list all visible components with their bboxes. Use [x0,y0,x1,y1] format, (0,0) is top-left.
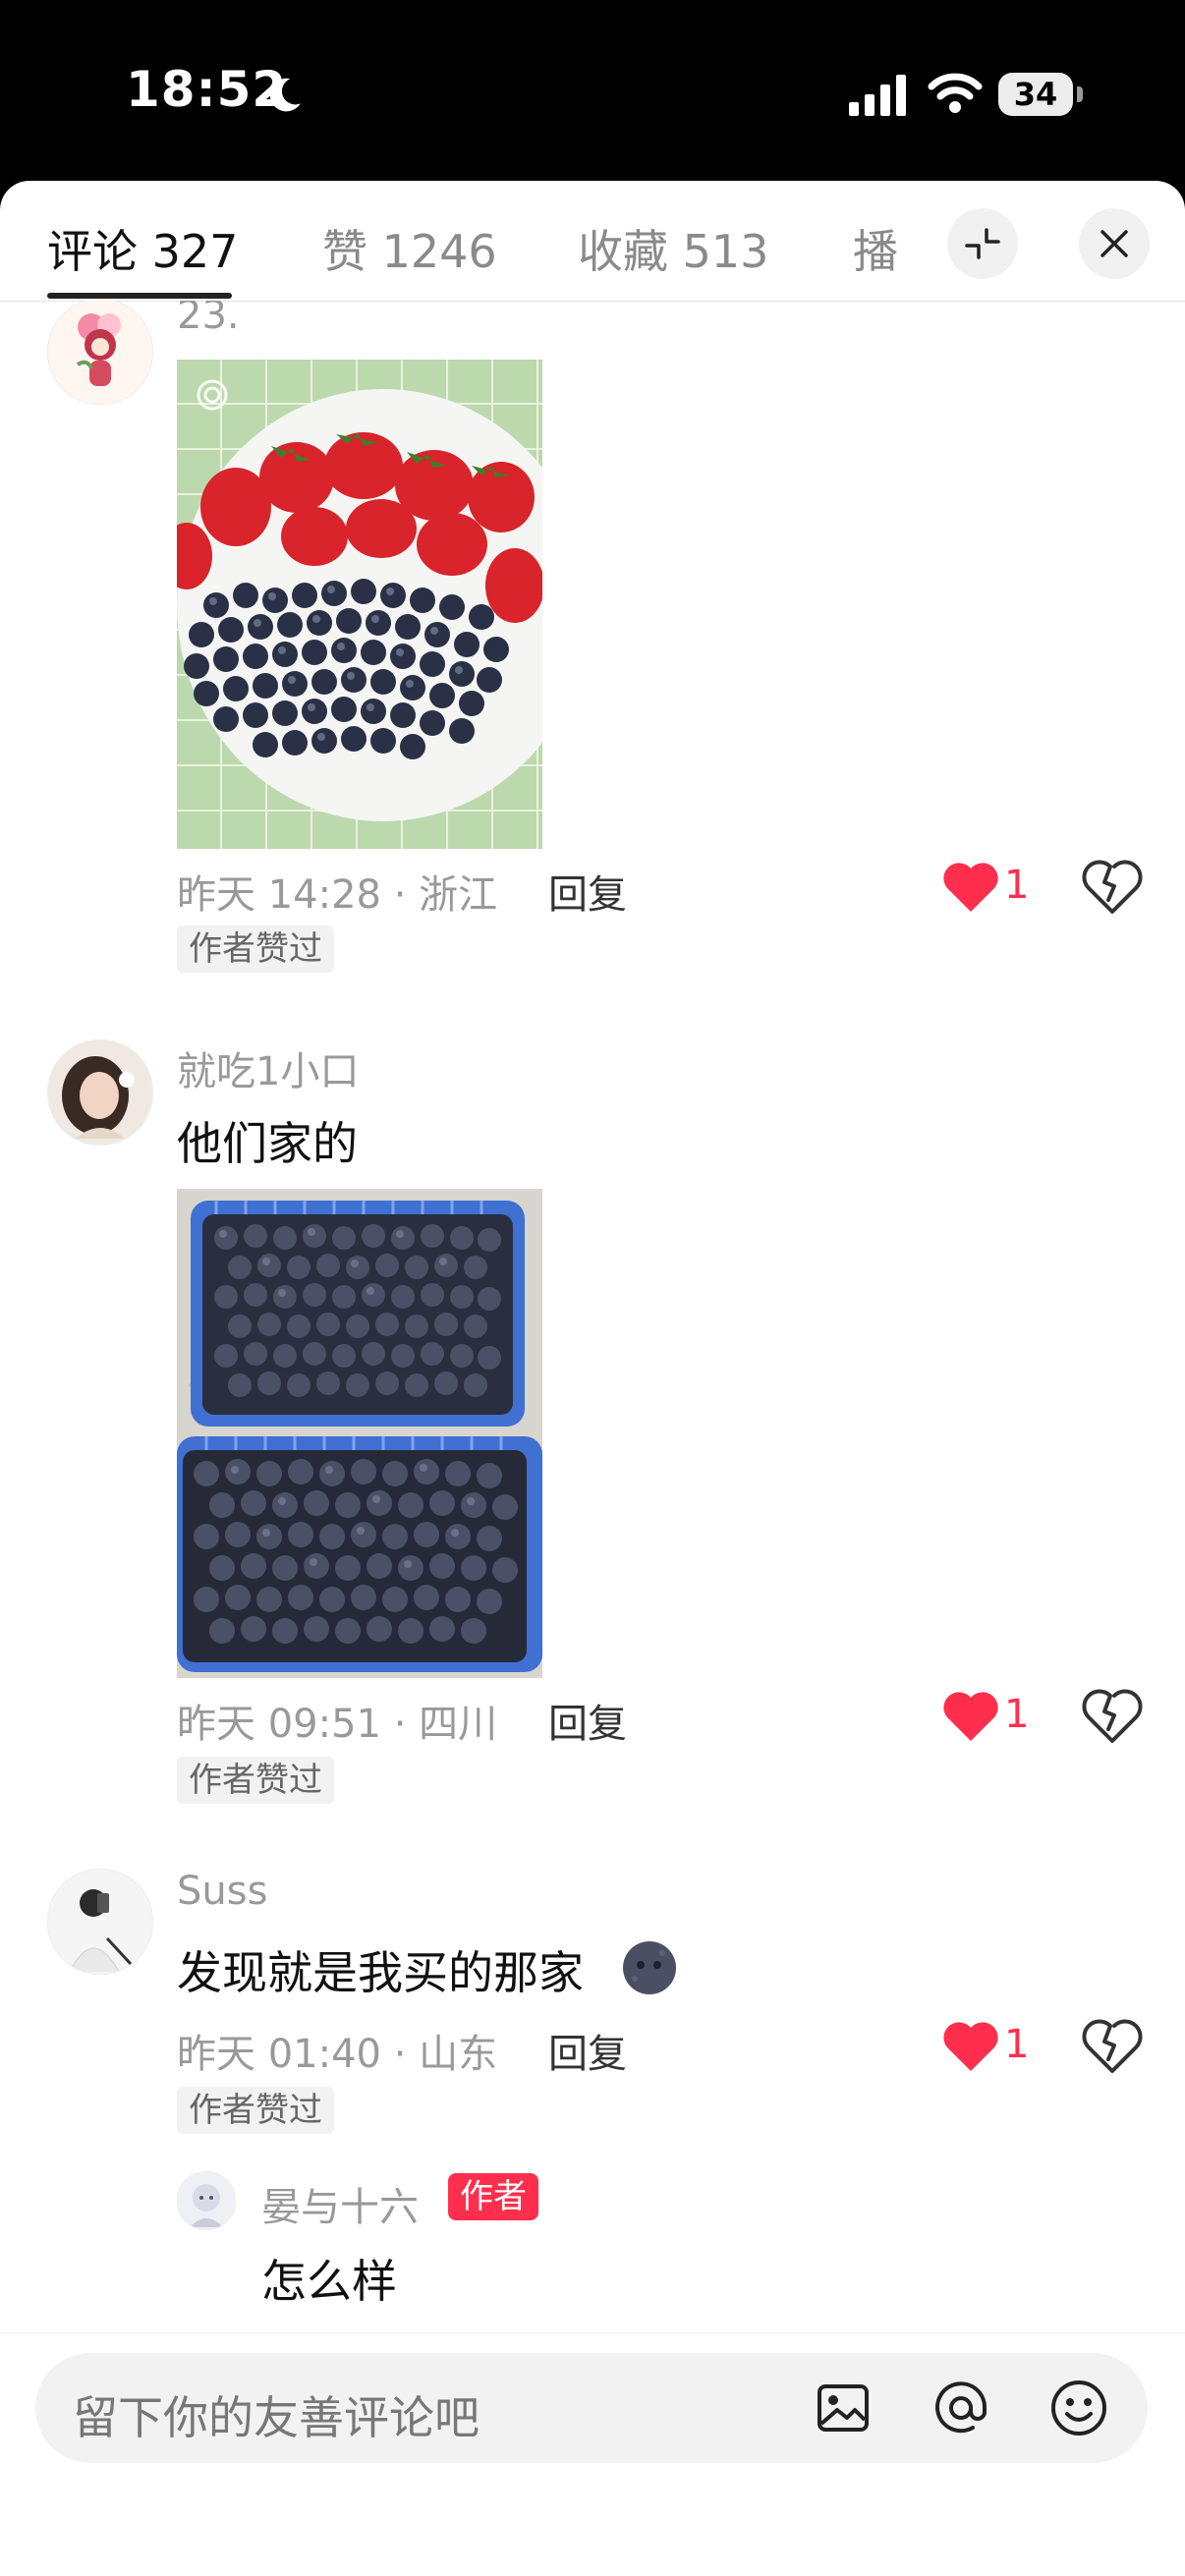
comment-username[interactable]: 就吃1小口 [177,1039,359,1096]
heart-icon[interactable] [941,861,1000,914]
at-icon[interactable] [930,2377,992,2439]
reply-username[interactable]: 晏与十六 [261,2175,419,2232]
tab-comments[interactable]: 评论 327 [47,216,238,281]
comments-sheet: 评论 327 赞 1246 收藏 513 播 23. 昨天 14:28 · 浙江… [0,181,1185,2576]
heart-icon[interactable] [941,1690,1000,1743]
emoji-icon[interactable] [1047,2377,1110,2439]
author-tag: 作者 [448,2173,538,2220]
minimize-icon [965,228,1000,259]
close-icon [1100,230,1128,257]
avatar[interactable] [47,1869,153,1975]
moon-icon [269,78,301,112]
avatar-image [48,1040,152,1145]
dark-moon-face-emoji-icon [623,1941,676,1994]
comment-input-placeholder: 留下你的友善评论吧 [73,2391,480,2444]
tab-plays[interactable]: 播 [853,216,898,281]
avatar[interactable] [47,301,153,405]
broken-heart-icon[interactable] [1081,1686,1144,1745]
like-count: 1 [1004,1692,1030,1737]
comment-text-fragment: 23. [177,301,240,338]
comment-meta: 昨天 09:51 · 四川 [177,1702,498,1747]
comment-image[interactable] [177,360,542,849]
comment-input[interactable]: 留下你的友善评论吧 [35,2353,1148,2463]
author-liked-badge: 作者赞过 [177,2087,334,2134]
active-tab-underline [47,293,232,299]
avatar-image [178,2172,235,2229]
reply-avatar[interactable] [177,2171,236,2230]
battery-indicator: 34 [998,73,1083,116]
like-count: 1 [1004,2022,1030,2067]
author-liked-badge: 作者赞过 [177,1757,334,1804]
blueberry-baskets-photo [177,1189,542,1678]
avatar-image [76,313,121,386]
comment-image[interactable] [177,1189,542,1678]
reply-text: 怎么样 [261,2255,397,2308]
reply-button[interactable]: 回复 [548,1692,627,1749]
tab-favorites[interactable]: 收藏 513 [578,216,768,281]
wifi-icon [928,73,983,113]
reply-button[interactable]: 回复 [548,863,627,920]
broken-heart-icon[interactable] [1081,857,1144,916]
broken-heart-icon[interactable] [1081,2016,1144,2075]
status-bar: 18:52 34 [0,0,1185,187]
comment-username[interactable]: Suss [177,1869,267,1914]
reply-button[interactable]: 回复 [548,2022,627,2079]
comment-list: 23. 昨天 14:28 · 浙江 回复 1 作者赞过 就吃1小口 他们家的 昨… [0,301,1185,2332]
comment-text: 他们家的 [177,1117,358,1170]
strawberries-blueberries-photo [177,360,542,849]
comment-input-bar: 留下你的友善评论吧 [0,2332,1185,2576]
comment-meta: 昨天 01:40 · 山东 [177,2032,498,2077]
battery-level: 34 [1013,76,1058,113]
image-icon[interactable] [812,2377,875,2439]
minimize-button[interactable] [947,208,1018,279]
tab-bar: 评论 327 赞 1246 收藏 513 播 [0,181,1185,302]
heart-icon[interactable] [941,2020,1000,2073]
signal-icon [849,75,906,116]
comment-meta: 昨天 14:28 · 浙江 [177,872,498,918]
like-count: 1 [1004,863,1030,908]
comment-text: 发现就是我买的那家 [177,1946,584,1999]
avatar-image [48,1870,152,1974]
avatar[interactable] [47,1039,153,1146]
close-button[interactable] [1079,208,1150,279]
battery-tip [1077,86,1083,102]
tab-likes[interactable]: 赞 1246 [322,216,497,281]
author-liked-badge: 作者赞过 [177,925,334,973]
